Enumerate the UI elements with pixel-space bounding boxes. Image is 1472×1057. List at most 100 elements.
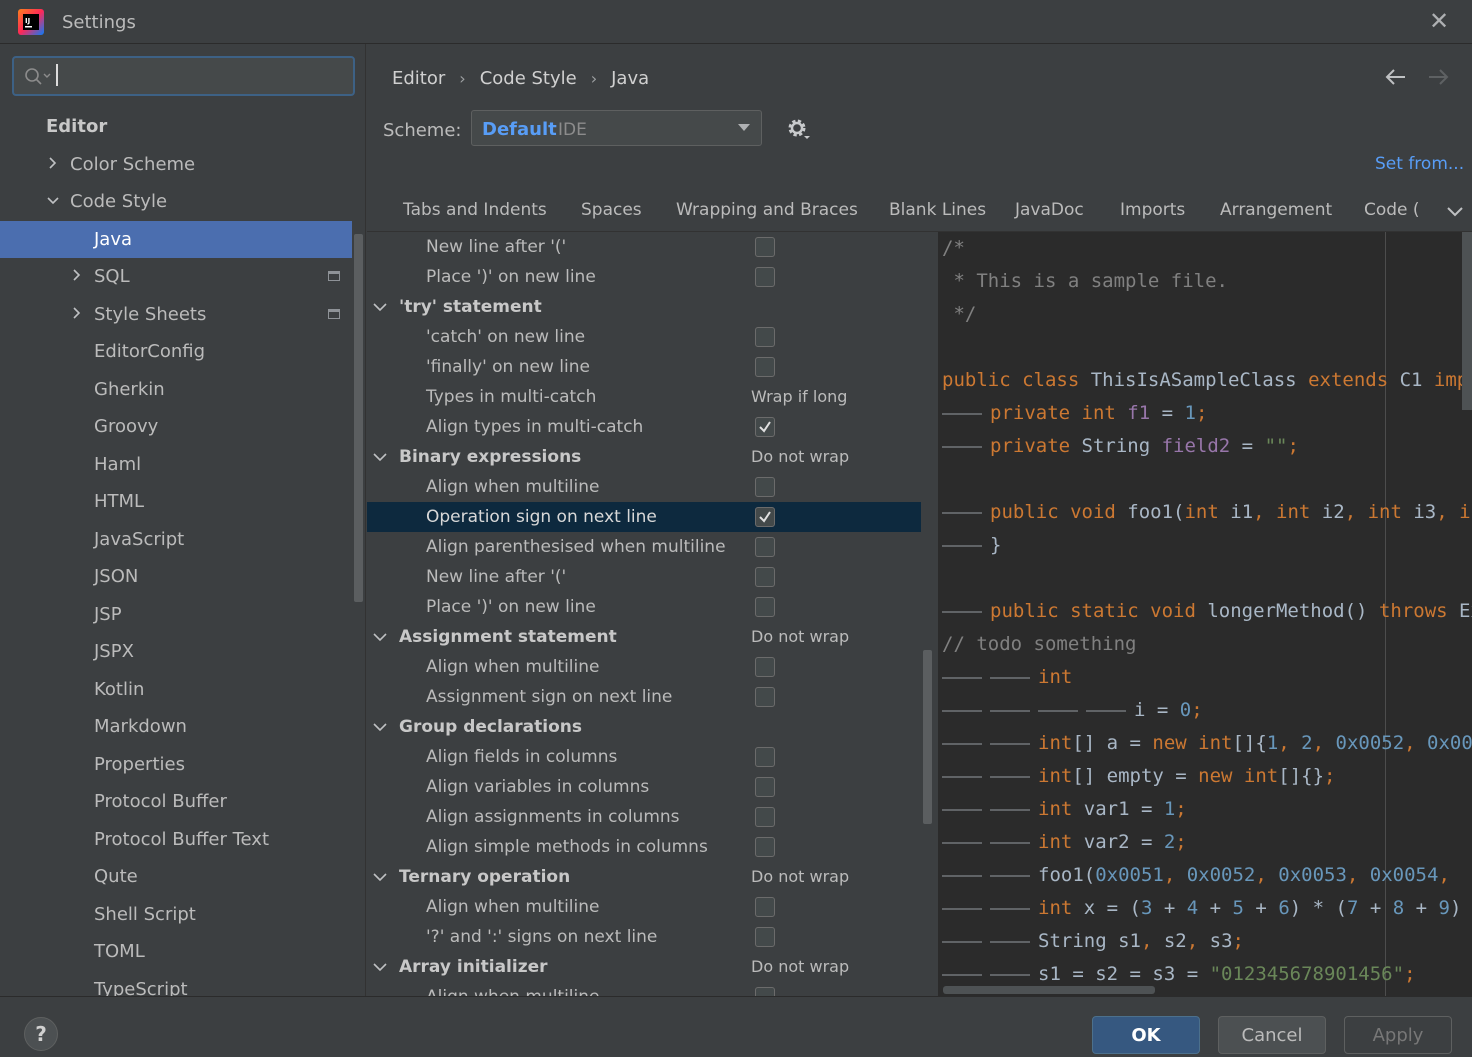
option-row[interactable]: 'catch' on new line (367, 322, 921, 352)
cancel-button[interactable]: Cancel (1218, 1016, 1326, 1054)
sidebar-item-markdown[interactable]: Markdown (0, 708, 352, 745)
checkbox[interactable] (755, 807, 775, 827)
checkbox[interactable] (755, 567, 775, 587)
checkbox[interactable] (755, 477, 775, 497)
option-row[interactable]: Operation sign on next line (367, 502, 921, 532)
sidebar-item-style-sheets[interactable]: Style Sheets (0, 296, 352, 333)
checkbox[interactable] (755, 237, 775, 257)
option-row[interactable]: New line after '(' (367, 232, 921, 262)
option-row[interactable]: Align when multiline (367, 472, 921, 502)
sidebar-item-properties[interactable]: Properties (0, 746, 352, 783)
checkbox[interactable] (755, 537, 775, 557)
option-row[interactable]: Align assignments in columns (367, 802, 921, 832)
checkbox[interactable] (755, 987, 775, 996)
option-row[interactable]: Align variables in columns (367, 772, 921, 802)
sidebar-item-editor[interactable]: Editor (0, 108, 352, 145)
option-row[interactable]: Place ')' on new line (367, 262, 921, 292)
tab-spaces[interactable]: Spaces (581, 200, 642, 230)
sidebar-item-java[interactable]: Java (0, 220, 352, 258)
sidebar-item-jsp[interactable]: JSP (0, 596, 352, 633)
sidebar-item-haml[interactable]: Haml (0, 446, 352, 483)
sidebar-item-javascript[interactable]: JavaScript (0, 521, 352, 558)
option-row[interactable]: '?' and ':' signs on next line (367, 922, 921, 952)
sidebar-item-qute[interactable]: Qute (0, 858, 352, 895)
option-value-dropdown[interactable]: Wrap if long (751, 382, 847, 412)
sidebar-item-jspx[interactable]: JSPX (0, 633, 352, 670)
set-from-link[interactable]: Set from... (1375, 154, 1464, 174)
breadcrumb-editor[interactable]: Editor (392, 68, 445, 89)
sidebar-item-sql[interactable]: SQL (0, 258, 352, 295)
option-value-dropdown[interactable]: Do not wrap (751, 862, 849, 892)
chevron-down-icon[interactable] (373, 622, 387, 652)
close-icon[interactable]: ✕ (1426, 8, 1452, 34)
checkbox[interactable] (755, 597, 775, 617)
option-value-dropdown[interactable]: Do not wrap (751, 622, 849, 652)
tab-tabs-and-indents[interactable]: Tabs and Indents (403, 200, 547, 230)
tab-imports[interactable]: Imports (1120, 200, 1185, 230)
sidebar-item-editorconfig[interactable]: EditorConfig (0, 333, 352, 370)
sidebar-item-color-scheme[interactable]: Color Scheme (0, 146, 352, 183)
checkbox[interactable] (755, 657, 775, 677)
option-row[interactable]: Align simple methods in columns (367, 832, 921, 862)
sidebar-item-gherkin[interactable]: Gherkin (0, 371, 352, 408)
checkbox[interactable] (755, 747, 775, 767)
apply-button[interactable]: Apply (1344, 1016, 1452, 1054)
sidebar-item-html[interactable]: HTML (0, 483, 352, 520)
sidebar-item-protocol-buffer-text[interactable]: Protocol Buffer Text (0, 821, 352, 858)
gear-icon[interactable] (785, 116, 811, 142)
sidebar-item-json[interactable]: JSON (0, 558, 352, 595)
preview-vertical-scrollbar[interactable] (1462, 232, 1472, 410)
option-value-dropdown[interactable]: Do not wrap (751, 442, 849, 472)
option-row[interactable]: Align when multiline (367, 892, 921, 922)
option-row[interactable]: New line after '(' (367, 562, 921, 592)
chevron-right-icon[interactable] (70, 296, 84, 333)
checkbox[interactable] (755, 267, 775, 287)
chevron-down-icon[interactable] (373, 862, 387, 892)
option-row[interactable]: Types in multi-catch Wrap if long (367, 382, 921, 412)
option-group-row[interactable]: Ternary operation Do not wrap (367, 862, 921, 892)
checkbox-checked[interactable] (755, 417, 775, 437)
search-icon[interactable] (22, 64, 52, 88)
tab-code-generation[interactable]: Code ( (1364, 200, 1420, 230)
option-group-row[interactable]: Array initializer Do not wrap (367, 952, 921, 982)
breadcrumb-code-style[interactable]: Code Style (480, 68, 577, 89)
sidebar-item-shell-script[interactable]: Shell Script (0, 896, 352, 933)
tab-wrapping-and-braces[interactable]: Wrapping and Braces (656, 200, 878, 236)
back-arrow-icon[interactable] (1383, 64, 1409, 90)
option-row[interactable]: 'finally' on new line (367, 352, 921, 382)
help-icon[interactable]: ? (24, 1017, 58, 1051)
sidebar-item-groovy[interactable]: Groovy (0, 408, 352, 445)
chevron-right-icon[interactable] (70, 258, 84, 295)
chevron-down-icon[interactable] (373, 712, 387, 742)
chevron-down-icon[interactable] (373, 292, 387, 322)
sidebar-item-code-style[interactable]: Code Style (0, 183, 352, 220)
option-group-row[interactable]: 'try' statement (367, 292, 921, 322)
option-row[interactable]: Assignment sign on next line (367, 682, 921, 712)
checkbox[interactable] (755, 927, 775, 947)
tab-arrangement[interactable]: Arrangement (1220, 200, 1332, 230)
checkbox[interactable] (755, 357, 775, 377)
option-row[interactable]: Place ')' on new line (367, 592, 921, 622)
preview-horizontal-scrollbar[interactable] (943, 986, 1155, 994)
option-row[interactable]: Align when multiline (367, 982, 921, 996)
search-input[interactable] (58, 64, 338, 88)
chevron-right-icon[interactable] (46, 146, 60, 183)
ok-button[interactable]: OK (1092, 1016, 1200, 1054)
chevron-down-icon[interactable] (373, 952, 387, 982)
option-row[interactable]: Align fields in columns (367, 742, 921, 772)
checkbox-checked[interactable] (755, 507, 775, 527)
sidebar-item-toml[interactable]: TOML (0, 933, 352, 970)
sidebar-scrollbar[interactable] (354, 234, 363, 602)
chevron-down-icon[interactable] (373, 442, 387, 472)
checkbox[interactable] (755, 897, 775, 917)
scheme-dropdown[interactable]: Default IDE (471, 110, 762, 146)
tab-blank-lines[interactable]: Blank Lines (889, 200, 986, 230)
option-group-row[interactable]: Assignment statement Do not wrap (367, 622, 921, 652)
sidebar-item-protocol-buffer[interactable]: Protocol Buffer (0, 783, 352, 820)
search-field[interactable] (12, 56, 355, 96)
tab-javadoc[interactable]: JavaDoc (1015, 200, 1084, 230)
option-row[interactable]: Align when multiline (367, 652, 921, 682)
checkbox[interactable] (755, 777, 775, 797)
option-group-row[interactable]: Group declarations (367, 712, 921, 742)
forward-arrow-icon[interactable] (1425, 64, 1451, 90)
